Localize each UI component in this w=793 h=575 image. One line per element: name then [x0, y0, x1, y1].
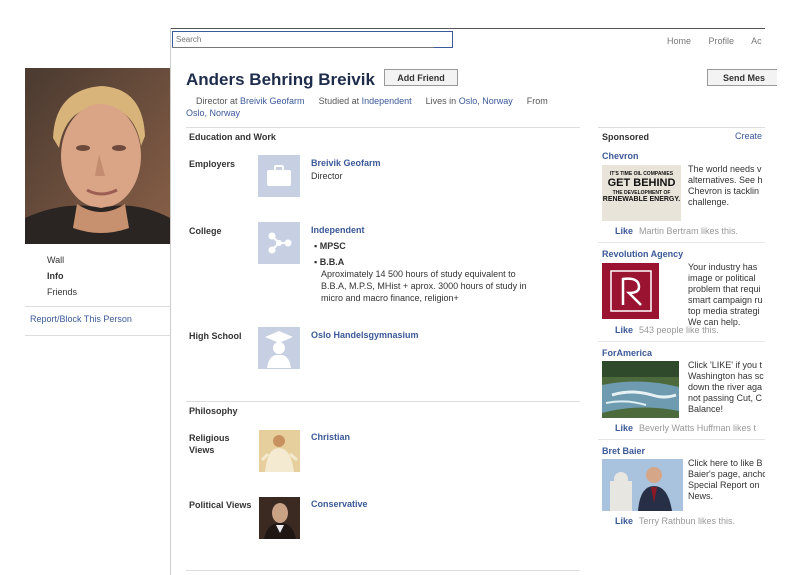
ad-divider	[598, 242, 765, 243]
political-view-link[interactable]: Conservative	[311, 499, 368, 509]
employers-label: Employers	[189, 159, 236, 169]
add-friend-button[interactable]: Add Friend	[384, 69, 458, 86]
left-nav-info[interactable]: Info	[47, 270, 77, 286]
search-input[interactable]	[172, 31, 453, 48]
ad-image-revolution-agency[interactable]	[602, 263, 659, 319]
employer-link[interactable]: Breivik Geofarm	[311, 158, 381, 168]
like-button[interactable]: Like	[615, 325, 633, 335]
bio-college-link[interactable]: Independent	[362, 96, 412, 106]
ad-image-bret-baier[interactable]	[602, 459, 683, 511]
religious-views-label: Religious Views	[189, 433, 230, 455]
bio-hometown-link[interactable]: Oslo, Norway	[186, 108, 240, 118]
ad-like-row: Like Terry Rathbun likes this.	[615, 516, 736, 526]
nav-home-link[interactable]: Home	[667, 36, 691, 46]
ad-image-foramerica[interactable]	[602, 361, 679, 418]
ad-like-row: Like 543 people like this.	[615, 325, 719, 335]
ad-title-chevron[interactable]: Chevron	[602, 151, 639, 161]
section-divider	[186, 570, 580, 571]
briefcase-icon	[258, 155, 300, 197]
profile-name: Anders Behring Breivik	[186, 70, 375, 89]
bio-summary: Director at Breivik Geofarm Studied at In…	[186, 95, 566, 119]
conservative-thumbnail[interactable]	[259, 497, 300, 539]
ad-like-row: Like Martin Bertram likes this.	[615, 226, 739, 236]
ad-like-row: Like Beverly Watts Huffman likes t	[615, 423, 757, 433]
left-nav-wall[interactable]: Wall	[47, 254, 77, 270]
create-ad-link[interactable]: Create	[735, 131, 762, 141]
philosophy-section-title: Philosophy	[189, 406, 238, 416]
section-divider	[186, 127, 580, 128]
ad-divider	[598, 341, 765, 342]
bio-studied-label: Studied at	[318, 96, 360, 106]
religious-view-link[interactable]: Christian	[311, 432, 350, 442]
profile-picture[interactable]	[25, 68, 170, 244]
high-school-link[interactable]: Oslo Handelsgymnasium	[311, 330, 419, 340]
ad-text-chevron: The world needs v alternatives. See h Chev…	[688, 164, 763, 207]
left-divider	[25, 306, 170, 307]
like-button[interactable]: Like	[615, 423, 633, 433]
ad-text-revolution-agency: Your industry has image or political probl…	[688, 262, 763, 327]
college-label: College	[189, 226, 222, 236]
nav-profile-link[interactable]: Profile	[709, 36, 735, 46]
bio-director-label: Director at	[196, 96, 238, 106]
ad-divider	[598, 439, 765, 440]
network-icon	[258, 222, 300, 264]
sidebar-divider	[598, 127, 765, 128]
ad-title-revolution-agency[interactable]: Revolution Agency	[602, 249, 683, 259]
nav-account-link[interactable]: Ac	[751, 36, 762, 46]
ad-title-bret-baier[interactable]: Bret Baier	[602, 446, 645, 456]
left-divider	[25, 335, 170, 336]
send-message-button[interactable]: Send Mes	[707, 69, 777, 86]
sponsored-title: Sponsored	[602, 132, 650, 142]
column-divider	[170, 28, 171, 575]
college-link[interactable]: Independent	[311, 225, 365, 235]
political-views-label: Political Views	[189, 500, 252, 510]
concentration-item: ▪ B.B.A	[314, 257, 345, 267]
concentration-item: ▪ MPSC	[314, 241, 346, 251]
ad-text-foramerica: Click 'LIKE' if you t Washington has sc do…	[688, 360, 764, 414]
graduation-cap-icon	[258, 327, 300, 369]
education-section-title: Education and Work	[189, 132, 276, 142]
christian-thumbnail[interactable]	[259, 430, 300, 472]
high-school-label: High School	[189, 331, 242, 341]
bio-city-link[interactable]: Oslo, Norway	[459, 96, 513, 106]
top-bar-border	[170, 28, 765, 29]
ad-image-chevron[interactable]: IT'S TIME OIL COMPANIES GET BEHIND THE D…	[602, 165, 681, 221]
bio-employer-link[interactable]: Breivik Geofarm	[240, 96, 305, 106]
left-nav: Wall Info Friends	[47, 254, 77, 302]
search-underline	[172, 47, 434, 48]
ad-text-bret-baier: Click here to like B Baier's page, ancho S…	[688, 458, 765, 501]
top-nav: Home Profile Ac	[667, 36, 762, 46]
college-description: Aproximately 14 500 hours of study equiv…	[321, 269, 527, 303]
ad-title-foramerica[interactable]: ForAmerica	[602, 348, 652, 358]
bio-from-label: From	[526, 96, 548, 106]
report-block-link[interactable]: Report/Block This Person	[30, 314, 132, 324]
employer-role: Director	[311, 171, 343, 181]
like-button[interactable]: Like	[615, 226, 633, 236]
like-button[interactable]: Like	[615, 516, 633, 526]
section-divider	[186, 401, 580, 402]
bio-lives-label: Lives in	[425, 96, 457, 106]
left-nav-friends[interactable]: Friends	[47, 286, 77, 302]
